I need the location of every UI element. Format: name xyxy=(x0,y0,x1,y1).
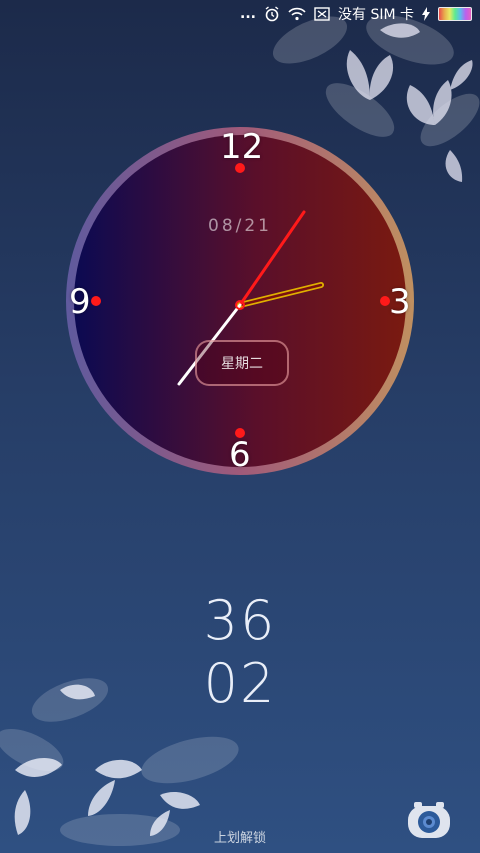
clock-number-6: 6 xyxy=(229,435,251,475)
clock-number-3: 3 xyxy=(389,282,411,322)
clock-number-9: 9 xyxy=(69,282,91,322)
wifi-icon xyxy=(288,7,306,21)
status-bar: ... 没有 SIM 卡 xyxy=(0,0,480,28)
unlock-hint[interactable]: 上划解锁 xyxy=(0,827,480,846)
more-dots: ... xyxy=(240,6,256,22)
weekday-label: 星期二 xyxy=(221,356,263,372)
battery-icon xyxy=(438,7,472,21)
charging-icon xyxy=(422,7,430,21)
clock-number-12: 12 xyxy=(220,127,264,167)
analog-clock: 08/21 星期二 12 3 6 9 xyxy=(63,124,417,478)
clock-face xyxy=(66,127,414,475)
clock-date: 08/21 xyxy=(208,216,272,236)
weekday-badge: 星期二 xyxy=(195,340,289,386)
lock-time-line1: 36 xyxy=(203,589,277,652)
marker-9 xyxy=(91,296,101,306)
lock-time-line2: 02 xyxy=(203,652,277,715)
no-sim-text: 没有 SIM 卡 xyxy=(338,7,414,23)
no-sim-icon xyxy=(314,7,330,21)
alarm-icon xyxy=(264,6,280,22)
